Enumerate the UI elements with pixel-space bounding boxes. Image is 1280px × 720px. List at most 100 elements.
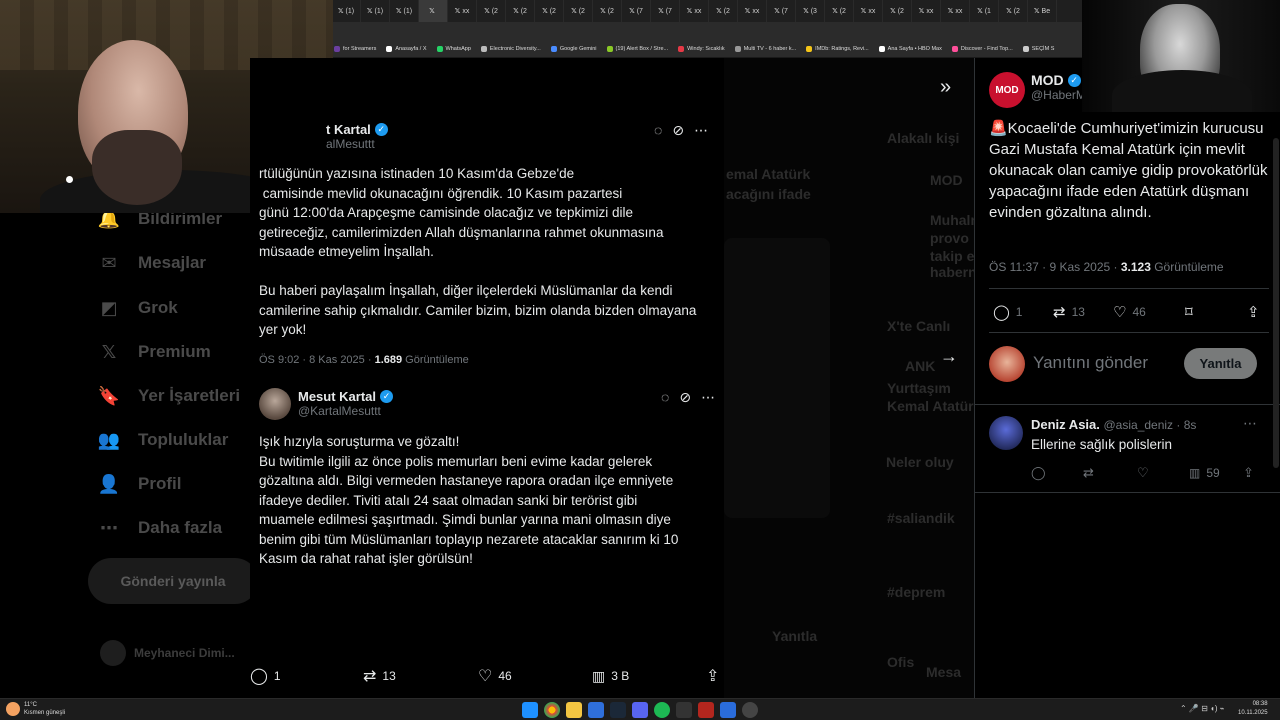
bookmark-action[interactable]: ⌑ <box>1185 303 1193 321</box>
account-switcher[interactable]: Meyhaneci Dimi... <box>100 640 250 670</box>
like-action[interactable]: ♡ 46 <box>1113 303 1146 321</box>
sidebar-item-5[interactable]: 👥 Topluluklar <box>98 429 229 451</box>
browser-tab[interactable]: 𝕏 (2 <box>883 0 912 22</box>
sidebar-item-4[interactable]: 🔖 Yer İşaretleri <box>98 385 240 407</box>
discord-icon[interactable] <box>632 702 648 718</box>
share-action[interactable]: ⇪ <box>1247 303 1260 321</box>
refresh-icon[interactable]: ◌ <box>654 122 662 139</box>
browser-tab[interactable]: 𝕏 (1) <box>361 0 390 22</box>
browser-tab[interactable]: 𝕏 (2 <box>535 0 564 22</box>
browser-tab[interactable]: 𝕏 (2 <box>506 0 535 22</box>
bookmark-item[interactable]: WhatsApp <box>436 45 471 52</box>
views-action[interactable]: ▥ 3 B <box>592 668 629 685</box>
edge-icon[interactable] <box>588 702 604 718</box>
browser-tab[interactable]: 𝕏xx <box>854 0 883 22</box>
browser-tab[interactable]: 𝕏 (1) <box>390 0 419 22</box>
scrollbar[interactable] <box>1273 138 1279 468</box>
bookmark-item[interactable]: for Streamers <box>334 45 376 52</box>
sidebar-item-1[interactable]: ✉ Mesajlar <box>98 252 206 274</box>
browser-tab[interactable]: 𝕏 (7 <box>767 0 796 22</box>
browser-tab[interactable]: 𝕏 (3 <box>796 0 825 22</box>
mod-time[interactable]: ÖS 11:37 · 9 Kas 2025 · <box>989 260 1121 274</box>
browser-tab[interactable]: 𝕏xx <box>448 0 477 22</box>
user-avatar[interactable] <box>989 346 1025 382</box>
more-icon[interactable]: ⋯ <box>694 122 708 139</box>
sidebar-item-6[interactable]: 👤 Profil <box>98 473 182 495</box>
tweet1-author-name[interactable]: t Kartal <box>326 122 371 137</box>
app-icon-red[interactable] <box>698 702 714 718</box>
chrome-icon[interactable] <box>544 702 560 718</box>
bookmark-item[interactable]: IMDb: Ratings, Revi... <box>806 45 869 52</box>
app-icon-round[interactable] <box>742 702 758 718</box>
bookmark-item[interactable]: Electronic Diversity... <box>480 45 541 52</box>
tweet2-handle[interactable]: @KartalMesuttt <box>298 404 393 418</box>
mod-name[interactable]: MOD <box>1031 72 1064 88</box>
browser-tab[interactable]: 𝕏 (2 <box>825 0 854 22</box>
browser-tab[interactable]: 𝕏 (1) <box>332 0 361 22</box>
reply-avatar[interactable] <box>989 416 1023 450</box>
mod-handle[interactable]: @HaberM <box>1031 88 1086 102</box>
tweet1-handle[interactable]: alMesuttt <box>326 137 388 151</box>
bookmark-item[interactable]: Multi TV - 6 haber k... <box>734 45 796 52</box>
weather-widget[interactable]: 11°C Kısmen güneşli <box>24 701 65 717</box>
share-action[interactable]: ⇪ <box>706 666 719 686</box>
reply-action[interactable]: ◯ 1 <box>250 666 281 686</box>
post-button[interactable]: Gönderi yayınla <box>88 558 258 604</box>
like-action[interactable]: ♡ <box>1137 465 1149 481</box>
browser-tab[interactable]: 𝕏xx <box>941 0 970 22</box>
start-icon[interactable] <box>522 702 538 718</box>
grok-analyze-icon[interactable]: ⊘ <box>672 122 684 139</box>
bookmark-item[interactable]: Google Gemini <box>550 45 597 52</box>
reply-author-name[interactable]: Deniz Asia. <box>1031 417 1100 432</box>
browser-tab[interactable]: 𝕏xx <box>912 0 941 22</box>
reply-action[interactable]: ◯ <box>1031 465 1046 481</box>
browser-tab[interactable]: 𝕏 (1 <box>970 0 999 22</box>
bookmark-item[interactable]: Anasayfa / X <box>386 45 427 52</box>
bookmark-item[interactable]: (19) Alert Box / Stre... <box>606 45 668 52</box>
clock[interactable]: 08:38 10.11.2025 <box>1238 700 1268 718</box>
bookmark-item[interactable]: Windy: Sıcaklık <box>678 45 725 52</box>
browser-tab[interactable]: 𝕏 (2 <box>593 0 622 22</box>
reply-handle[interactable]: @asia_deniz · 8s <box>1104 418 1197 432</box>
reply-button[interactable]: Yanıtla <box>1184 348 1257 379</box>
sidebar-item-2[interactable]: ◩ Grok <box>98 297 177 319</box>
browser-tab[interactable]: 𝕏 (2 <box>477 0 506 22</box>
tweet1-time[interactable]: ÖS 9:02 · 8 Kas 2025 · <box>259 354 375 366</box>
app-icon-blue[interactable] <box>720 702 736 718</box>
steam-icon[interactable] <box>610 702 626 718</box>
tweet2-avatar[interactable] <box>259 388 291 420</box>
reply-input[interactable]: Yanıtını gönder <box>1033 353 1148 373</box>
bookmark-item[interactable]: Ana Sayfa • HBO Max <box>878 45 942 52</box>
weather-icon[interactable] <box>6 702 20 716</box>
browser-tab[interactable]: 𝕏xx <box>680 0 709 22</box>
repost-action[interactable]: ⇄ <box>1083 465 1094 481</box>
grok-analyze-icon[interactable]: ⊘ <box>679 389 691 406</box>
folder-icon[interactable] <box>566 702 582 718</box>
address-bar[interactable] <box>332 22 1082 40</box>
collapse-panel-icon[interactable]: » <box>940 76 951 99</box>
share-action[interactable]: ⇪ <box>1243 465 1254 481</box>
sidebar-item-7[interactable]: ⋯ Daha fazla <box>98 517 222 539</box>
sidebar-item-3[interactable]: 𝕏 Premium <box>98 341 211 363</box>
spotify-icon[interactable] <box>654 702 670 718</box>
repost-action[interactable]: ⇄ 13 <box>1053 303 1085 321</box>
browser-tab[interactable]: 𝕏 (2 <box>709 0 738 22</box>
app-icon[interactable] <box>676 702 692 718</box>
more-icon[interactable]: ⋯ <box>1243 415 1257 432</box>
browser-tab[interactable]: 𝕏 (7 <box>622 0 651 22</box>
more-icon[interactable]: ⋯ <box>701 389 715 406</box>
bookmark-item[interactable]: Discover - Find Top... <box>951 45 1013 52</box>
views-action[interactable]: ▥ 59 <box>1189 466 1220 480</box>
browser-tab[interactable]: 𝕏 (2 <box>999 0 1028 22</box>
bookmark-item[interactable]: SEÇİM S <box>1022 45 1054 52</box>
browser-tab[interactable]: 𝕏 <box>419 0 448 22</box>
browser-tab[interactable]: 𝕏 (2 <box>564 0 593 22</box>
tray-icons[interactable]: ⌃ 🎤 ⊟ ◖) ⌁ <box>1180 704 1225 713</box>
repost-action[interactable]: ⇄ 13 <box>363 666 396 686</box>
reply-action[interactable]: ◯ 1 <box>993 303 1022 321</box>
refresh-icon[interactable]: ◌ <box>661 389 669 406</box>
mod-avatar[interactable]: MOD <box>989 72 1025 108</box>
browser-tab[interactable]: 𝕏xx <box>738 0 767 22</box>
browser-tab[interactable]: 𝕏 (7 <box>651 0 680 22</box>
next-arrow-icon[interactable]: → <box>940 346 958 367</box>
